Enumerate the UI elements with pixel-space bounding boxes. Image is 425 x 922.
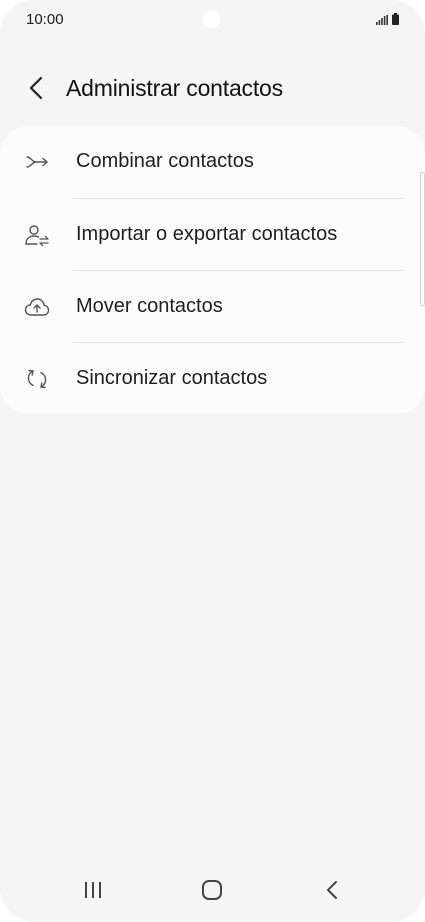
- menu-item-combinar-contactos[interactable]: Combinar contactos: [0, 126, 425, 198]
- menu-card: Combinar contactos Importar o exportar c…: [0, 126, 425, 414]
- menu-item-importar-exportar[interactable]: Importar o exportar contactos: [0, 199, 425, 271]
- menu-item-label: Combinar contactos: [76, 150, 254, 172]
- battery-icon: [392, 12, 399, 30]
- cloud-upload-icon: [24, 295, 50, 319]
- sync-icon: [24, 367, 50, 391]
- phone-screen: 10:00 Administrar contactos Combinar con…: [0, 0, 425, 922]
- menu-item-label: Importar o exportar contactos: [76, 223, 338, 245]
- menu-item-sincronizar-contactos[interactable]: Sincronizar contactos: [0, 343, 425, 415]
- menu-item-label: Sincronizar contactos: [76, 367, 268, 389]
- scrollbar[interactable]: [420, 172, 425, 306]
- home-button[interactable]: [192, 879, 232, 906]
- back-button[interactable]: [20, 74, 52, 106]
- home-icon: [201, 879, 223, 906]
- recents-button[interactable]: [73, 880, 113, 904]
- menu-item-label: Mover contactos: [76, 295, 223, 317]
- navigation-bar: [0, 862, 425, 922]
- merge-icon: [24, 150, 50, 174]
- camera-cutout: [203, 11, 220, 28]
- status-icons: [376, 12, 399, 30]
- recents-icon: [83, 881, 103, 904]
- menu-item-mover-contactos[interactable]: Mover contactos: [0, 271, 425, 343]
- status-time: 10:00: [26, 11, 64, 28]
- signal-icon: [376, 12, 388, 30]
- nav-back-button[interactable]: [312, 880, 352, 904]
- back-icon: [325, 880, 339, 905]
- app-header: Administrar contactos: [0, 60, 425, 120]
- chevron-left-icon: [29, 76, 43, 105]
- import-export-icon: [24, 223, 50, 247]
- page-title: Administrar contactos: [66, 75, 283, 101]
- status-bar: 10:00: [0, 0, 425, 40]
